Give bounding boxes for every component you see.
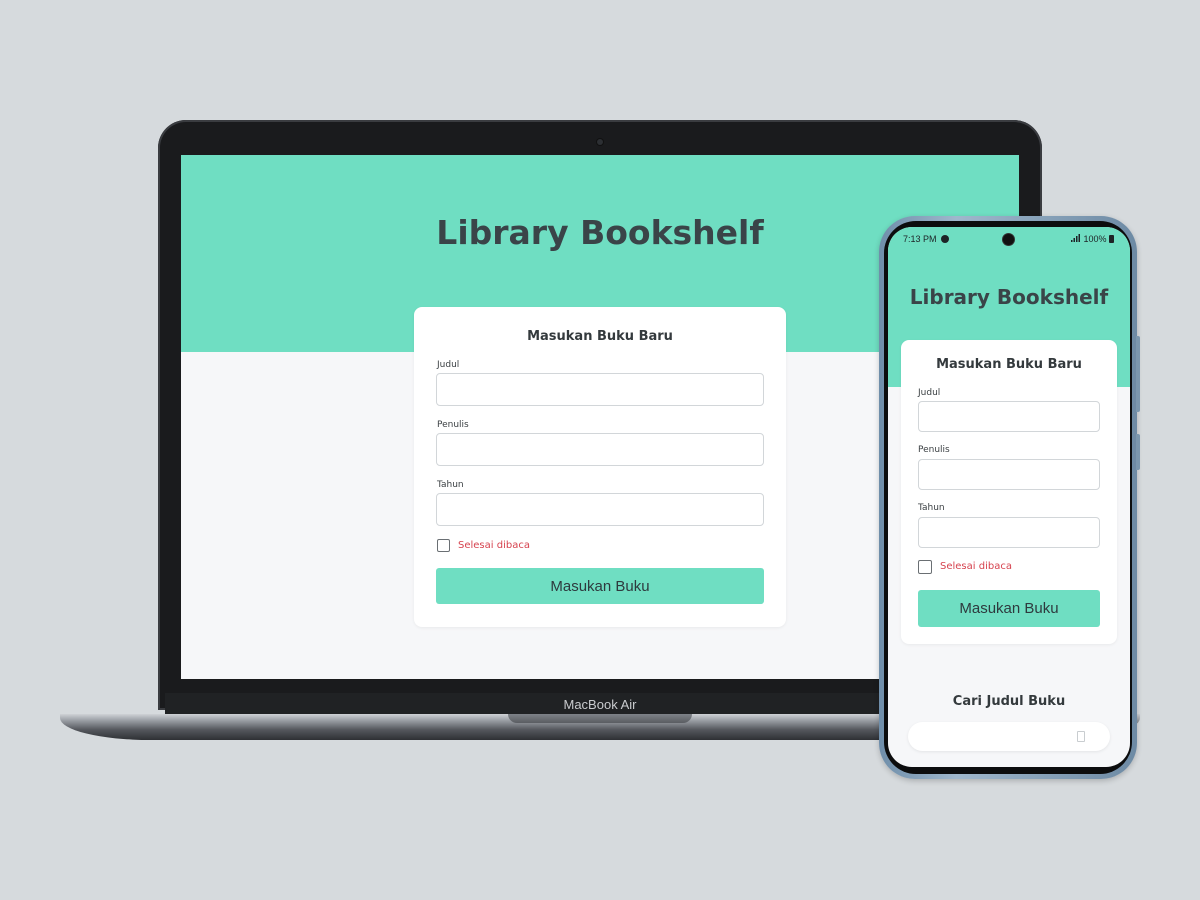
signal-icon	[1070, 234, 1081, 244]
battery-icon	[1109, 235, 1114, 243]
desktop-form-heading: Masukan Buku Baru	[527, 329, 673, 344]
mobile-year-input[interactable]	[918, 517, 1100, 548]
desktop-author-label: Penulis	[437, 420, 469, 430]
status-bar: 7:13 PM 100%	[888, 227, 1130, 251]
search-heading: Cari Judul Buku	[952, 694, 1066, 709]
status-indicators: 100%	[1070, 234, 1114, 244]
mobile-read-checkbox-label[interactable]: Selesai dibaca	[940, 561, 1012, 572]
mobile-year-label: Tahun	[918, 503, 945, 513]
mobile-read-checkbox[interactable]	[918, 560, 932, 574]
desktop-year-label: Tahun	[437, 480, 464, 490]
spotify-icon	[941, 235, 950, 243]
mobile-author-label: Penulis	[918, 445, 950, 455]
desktop-read-checkbox[interactable]	[437, 539, 450, 552]
phone-volume-button	[1136, 336, 1140, 412]
mobile-author-input[interactable]	[918, 459, 1100, 490]
desktop-read-checkbox-label[interactable]: Selesai dibaca	[458, 540, 530, 551]
mobile-title-label: Judul	[918, 388, 941, 398]
search-icon[interactable]	[1077, 731, 1085, 742]
mobile-app-title: Library Bookshelf	[909, 285, 1109, 309]
mobile-add-book-card: Masukan Buku Baru Judul Penulis Tahun Se…	[901, 340, 1117, 644]
mobile-title-input[interactable]	[918, 401, 1100, 432]
front-camera-icon	[1003, 234, 1014, 245]
laptop-notch	[508, 714, 692, 723]
desktop-title-label: Judul	[437, 360, 460, 370]
desktop-title-input[interactable]	[436, 373, 764, 406]
mobile-submit-button[interactable]: Masukan Buku	[918, 590, 1100, 627]
mobile-screen: 7:13 PM 100% Library Bookshelf Masukan B…	[888, 227, 1130, 767]
desktop-submit-button[interactable]: Masukan Buku	[436, 568, 764, 604]
desktop-year-input[interactable]	[436, 493, 764, 526]
mobile-form-heading: Masukan Buku Baru	[936, 357, 1082, 372]
phone-power-button	[1136, 434, 1140, 470]
camera-icon	[597, 139, 603, 145]
desktop-author-input[interactable]	[436, 433, 764, 466]
desktop-add-book-card: Masukan Buku Baru Judul Penulis Tahun Se…	[414, 307, 786, 627]
status-time: 7:13 PM	[903, 234, 950, 244]
